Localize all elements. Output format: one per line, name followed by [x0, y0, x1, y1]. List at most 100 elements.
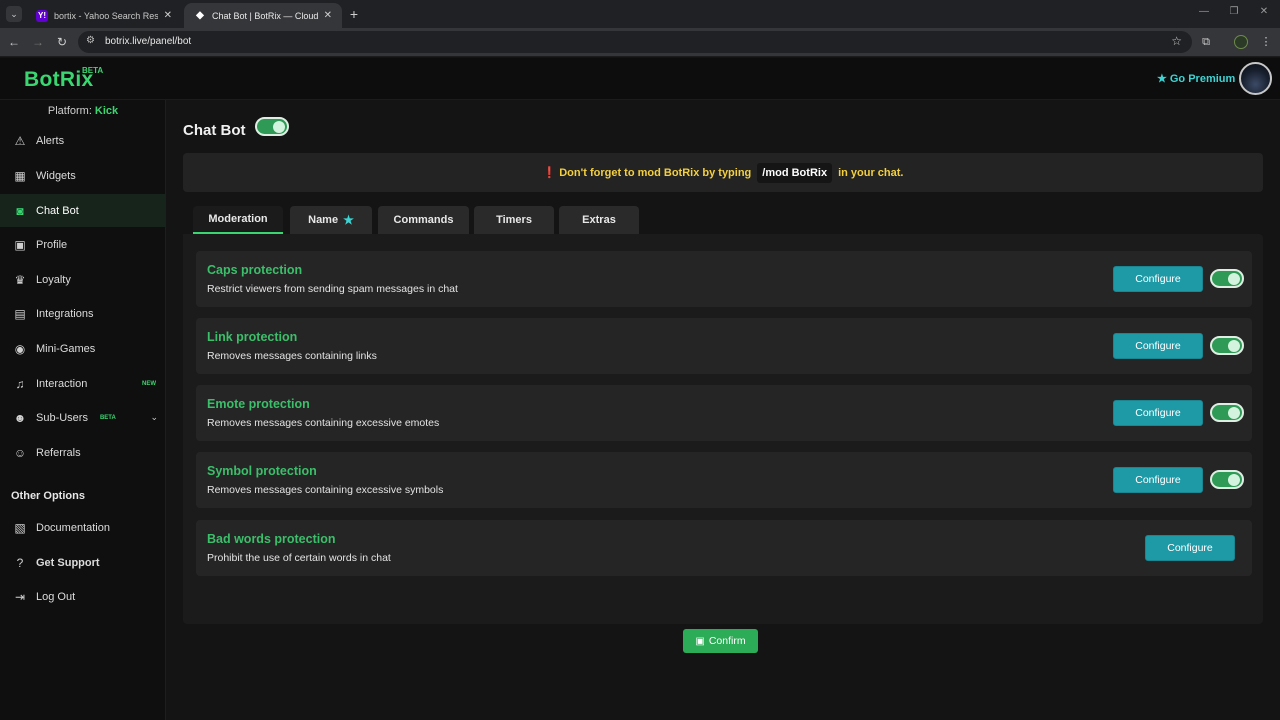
restore-icon[interactable]: ❐ [1226, 6, 1242, 17]
tab-commands[interactable]: Commands [378, 206, 469, 234]
sidebar-item-integrations[interactable]: ▤ Integrations [0, 297, 166, 330]
tab-extras[interactable]: Extras [559, 206, 639, 234]
sidebar-item-alerts[interactable]: ⚠ Alerts [0, 124, 166, 157]
close-icon[interactable]: ✕ [324, 10, 332, 21]
rule-description: Restrict viewers from sending spam messa… [207, 283, 458, 295]
sidebar-item-label: Mini-Games [36, 342, 96, 355]
referrals-icon: ☺ [13, 445, 27, 460]
robot-icon: ◙ [16, 203, 24, 218]
rule-description: Removes messages containing excessive em… [207, 417, 440, 429]
tab-timers[interactable]: Timers [474, 206, 554, 234]
tab-label: Extras [582, 214, 616, 226]
exclamation-circle-icon: ❗ [542, 167, 557, 179]
browser-menu-icon[interactable]: ⋮ [1258, 34, 1274, 50]
sidebar-item-loyalty[interactable]: ♛ Loyalty [0, 263, 166, 296]
browser-tab-botrix[interactable]: ◆ Chat Bot | BotRix — Cloud Strea ✕ [184, 3, 342, 28]
confirm-label: Confirm [708, 635, 746, 647]
tab-moderation[interactable]: Moderation [193, 206, 283, 234]
extensions-icon[interactable]: ⧉ [1198, 34, 1214, 50]
close-icon[interactable]: ✕ [164, 10, 172, 21]
sidebar-item-widgets[interactable]: ▦ Widgets [0, 159, 166, 192]
caps-protection-toggle[interactable] [1210, 269, 1244, 288]
rule-title: Symbol protection [207, 464, 317, 478]
trophy-icon: ♛ [14, 272, 26, 287]
tab-label: Name [308, 214, 339, 226]
users-icon: ☻ [13, 410, 27, 425]
main-content: Chat Bot ❗ Don't forget to mod BotRix by… [166, 100, 1280, 720]
user-avatar[interactable] [1239, 62, 1272, 95]
sidebar-item-label: Integrations [36, 307, 94, 320]
go-premium-link[interactable]: ★ Go Premium [1157, 72, 1235, 85]
tab-search-chevron-icon[interactable]: ⌄ [6, 6, 22, 22]
sidebar-item-label: Sub-Users [36, 411, 88, 424]
address-bar[interactable]: ⚙ botrix.live/panel/bot ☆ [78, 31, 1192, 53]
configure-button[interactable]: Configure [1113, 266, 1203, 292]
sidebar-item-get-support[interactable]: ? Get Support [0, 546, 166, 579]
configure-button[interactable]: Configure [1113, 400, 1203, 426]
top-navbar: BotRix BETA ★ Go Premium [0, 58, 1280, 100]
sidebar-item-documentation[interactable]: ▧ Documentation [0, 511, 166, 544]
sidebar-item-mini-games[interactable]: ◉ Mini-Games [0, 332, 166, 365]
reload-icon[interactable]: ↻ [54, 34, 70, 50]
yahoo-favicon-icon: Y! [36, 9, 48, 22]
platform-indicator: Platform: Kick [0, 105, 166, 117]
tab-title: bortix - Yahoo Search Results [54, 10, 158, 21]
bookmark-star-icon[interactable]: ☆ [1171, 34, 1182, 48]
sidebar-item-log-out[interactable]: ⇥ Log Out [0, 580, 166, 613]
tab-name[interactable]: Name ★ [290, 206, 372, 234]
configure-button[interactable]: Configure [1145, 535, 1235, 561]
gamepad-icon: ◉ [14, 341, 26, 356]
rule-caps-protection: Caps protection Restrict viewers from se… [196, 251, 1252, 307]
beta-badge: BETA [99, 414, 116, 421]
logout-icon: ⇥ [14, 589, 26, 604]
other-options-heading: Other Options [11, 490, 85, 502]
configure-button[interactable]: Configure [1113, 333, 1203, 359]
sidebar-item-chat-bot[interactable]: ◙ Chat Bot [0, 194, 166, 227]
toggle-knob [273, 121, 285, 133]
configure-button[interactable]: Configure [1113, 467, 1203, 493]
star-icon: ★ [343, 213, 354, 227]
sidebar-item-label: Interaction [36, 377, 88, 390]
new-badge: NEW [142, 380, 156, 387]
sidebar-item-referrals[interactable]: ☺ Referrals [0, 436, 166, 469]
mod-command: /mod BotRix [757, 162, 833, 183]
notice-text-after: in your chat. [838, 166, 904, 179]
new-tab-plus-icon[interactable]: + [346, 6, 362, 22]
rule-title: Emote protection [207, 397, 310, 411]
link-protection-toggle[interactable] [1210, 336, 1244, 355]
toggle-knob [1228, 340, 1240, 352]
rule-description: Removes messages containing links [207, 350, 377, 362]
window-close-icon[interactable]: ✕ [1256, 6, 1272, 17]
star-icon: ★ [1157, 73, 1167, 85]
scroll-icon: ▧ [14, 520, 26, 535]
url-text[interactable]: botrix.live/panel/bot [105, 36, 191, 47]
rule-bad-words-protection: Bad words protection Prohibit the use of… [196, 520, 1252, 576]
site-info-icon[interactable]: ⚙ [86, 35, 95, 46]
platform-label: Platform: [47, 105, 92, 117]
forward-arrow-icon[interactable]: → [30, 34, 46, 50]
rule-link-protection: Link protection Removes messages contain… [196, 318, 1252, 374]
address-toolbar: ← → ↻ ⚙ botrix.live/panel/bot ☆ ⧉ ⋮ [0, 28, 1280, 57]
sidebar-item-label: Log Out [36, 590, 76, 603]
minimize-icon[interactable]: — [1196, 6, 1212, 17]
sidebar-item-label: Referrals [36, 446, 81, 459]
sidebar-item-interaction[interactable]: ♫ Interaction NEW [0, 367, 166, 400]
emote-protection-toggle[interactable] [1210, 403, 1244, 422]
mod-notice-banner: ❗ Don't forget to mod BotRix by typing /… [183, 153, 1263, 192]
warning-icon: ⚠ [14, 133, 26, 148]
browser-tab-yahoo[interactable]: Y! bortix - Yahoo Search Results ✕ [26, 3, 182, 28]
chat-bot-enable-toggle[interactable] [255, 117, 289, 136]
sidebar-item-sub-users[interactable]: ☻ Sub-Users BETA ⌄ [0, 401, 166, 434]
symbol-protection-toggle[interactable] [1210, 470, 1244, 489]
logo-beta-badge: BETA [82, 66, 104, 75]
back-arrow-icon[interactable]: ← [6, 34, 22, 50]
browser-profile-avatar[interactable] [1234, 35, 1248, 49]
confirm-button[interactable]: ▣ Confirm [683, 629, 758, 653]
rule-symbol-protection: Symbol protection Removes messages conta… [196, 452, 1252, 508]
tab-label: Moderation [208, 213, 268, 225]
rule-title: Caps protection [207, 263, 303, 277]
sidebar-item-label: Profile [36, 238, 68, 251]
rule-emote-protection: Emote protection Removes messages contai… [196, 385, 1252, 441]
chevron-down-icon[interactable]: ⌄ [150, 412, 158, 423]
sidebar-item-profile[interactable]: ▣ Profile [0, 228, 166, 261]
